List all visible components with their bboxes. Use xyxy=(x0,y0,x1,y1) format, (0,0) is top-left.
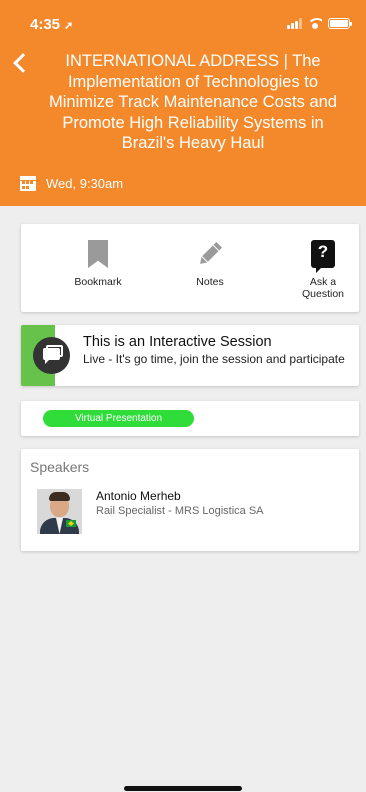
battery-icon xyxy=(328,18,352,29)
session-datetime: Wed, 9:30am xyxy=(20,176,123,191)
brazil-flag-icon xyxy=(66,520,76,527)
status-time-text: 4:35 xyxy=(30,16,61,33)
session-title: INTERNATIONAL ADDRESS | The Implementati… xyxy=(49,52,337,152)
back-chevron-icon[interactable] xyxy=(10,51,30,75)
location-arrow-icon: ➚ xyxy=(64,20,74,32)
bookmark-button[interactable]: Bookmark xyxy=(58,240,138,288)
calendar-icon xyxy=(20,176,36,191)
session-datetime-text: Wed, 9:30am xyxy=(46,176,124,191)
bookmark-label: Bookmark xyxy=(74,276,122,288)
ask-question-label-line2: Question xyxy=(301,288,345,300)
signal-icon xyxy=(287,18,302,29)
bookmark-icon xyxy=(88,240,108,268)
session-actions-card: Bookmark Notes ? Ask a Question xyxy=(21,224,359,312)
status-time: 4:35 ➚ xyxy=(30,16,73,33)
interactive-session-banner[interactable]: This is an Interactive Session Live - It… xyxy=(21,325,359,386)
interactive-description: Live - It's go time, join the session an… xyxy=(83,352,345,366)
session-header: 4:35 ➚ INTERNATIONAL ADDRESS | The Implem… xyxy=(0,0,366,206)
notes-button[interactable]: Notes xyxy=(170,240,250,288)
speaker-name[interactable]: Antonio Merheb xyxy=(96,489,181,503)
ask-question-label: Ask a Question xyxy=(283,276,363,300)
ask-question-button[interactable]: ? Ask a Question xyxy=(283,240,363,300)
wifi-icon xyxy=(308,18,322,29)
chat-icon xyxy=(33,337,70,374)
speakers-heading: Speakers xyxy=(30,459,90,475)
speakers-card: Speakers Antonio Merheb Rail Specialist … xyxy=(21,449,359,551)
interactive-title: This is an Interactive Session xyxy=(83,334,272,350)
notes-label: Notes xyxy=(196,276,224,288)
home-indicator[interactable] xyxy=(124,786,242,791)
question-icon: ? xyxy=(311,240,335,273)
pencil-icon xyxy=(196,240,224,268)
system-icons xyxy=(287,18,352,29)
virtual-presentation-card: Virtual Presentation xyxy=(21,401,359,436)
avatar[interactable] xyxy=(37,489,82,534)
status-bar: 4:35 ➚ xyxy=(0,14,366,36)
speaker-role: Rail Specialist - MRS Logistica SA xyxy=(96,505,264,517)
virtual-presentation-badge: Virtual Presentation xyxy=(43,410,194,427)
ask-question-label-line1: Ask a xyxy=(309,276,337,288)
